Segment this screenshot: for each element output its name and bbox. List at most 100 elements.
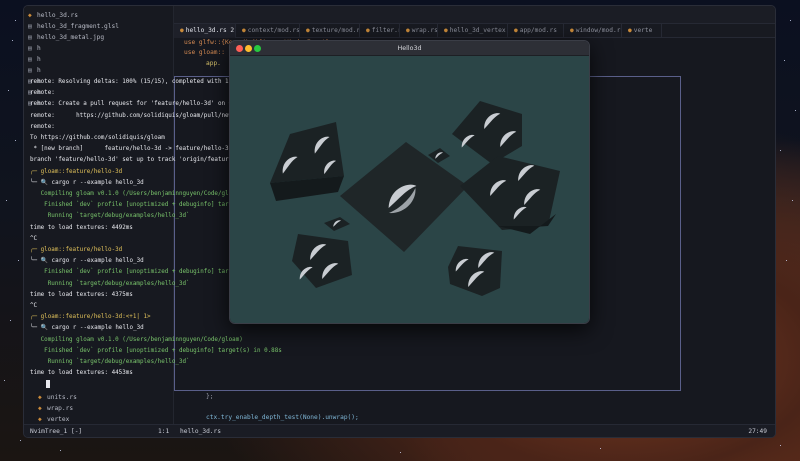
hello3d-titlebar[interactable]: Hello3d: [230, 41, 589, 56]
terminal-output[interactable]: remote: Resolving deltas: 100% (15/15), …: [30, 78, 296, 389]
star: [784, 60, 785, 61]
star: [8, 90, 9, 91]
code-line-2-text: use gloam::: [184, 49, 225, 56]
sidebar-item[interactable]: ▤ h: [28, 65, 41, 76]
cube-face-lower-right: [448, 246, 502, 296]
rust-file-icon: ●: [444, 27, 448, 34]
tab-label: window/mod.rs: [575, 27, 622, 34]
tab[interactable]: ● hello_3d.rs 2: [174, 24, 236, 38]
tab-label: hello_3d_vertex.glsl: [449, 27, 507, 34]
terminal-line: ^C: [30, 235, 38, 242]
sidebar-item[interactable]: ▤ hello_3d_metal.jpg: [28, 32, 104, 43]
star: [12, 40, 13, 41]
sidebar-footer-item[interactable]: ◆ units.rs: [38, 392, 77, 403]
rust-file-icon: ●: [628, 27, 632, 34]
tab-label: app/mod.rs: [519, 27, 557, 34]
terminal-line: ╰─ 🔍 cargo r --example hello_3d: [30, 325, 144, 332]
code-line-2[interactable]: use gloam::: [184, 49, 225, 56]
tab[interactable]: ● window/mod.rs: [564, 24, 622, 38]
sidebar-footer-item[interactable]: ◆ wrap.rs: [38, 403, 73, 414]
tab[interactable]: ●filter.rs: [360, 24, 400, 38]
hello3d-render-canvas[interactable]: [230, 56, 589, 323]
hello3d-window[interactable]: Hello3d: [229, 40, 590, 324]
rust-file-icon: ●: [306, 27, 310, 34]
star: [15, 20, 16, 21]
rendered-cubes: [270, 101, 560, 296]
rust-file-icon: ●: [180, 27, 184, 34]
sidebar-item[interactable]: ▤ h: [28, 43, 41, 54]
hello3d-title: Hello3d: [397, 45, 422, 52]
terminal-line: Running `target/debug/examples/hello_3d`: [30, 359, 190, 365]
code-line-3[interactable]: app.: [206, 60, 221, 67]
terminal-line: ╭─ gloam::feature/hello-3d: [30, 168, 123, 175]
terminal-line: Finished `dev` profile [unoptimized + de…: [30, 347, 282, 354]
star: [10, 320, 11, 321]
terminal-line: Running `target/debug/examples/hello_3d`: [30, 280, 190, 287]
tab[interactable]: ● texture/mod.rs: [300, 24, 360, 38]
sidebar-item[interactable]: ▤ hello_3d_fragment.glsl: [28, 21, 119, 32]
star: [792, 200, 793, 201]
tab[interactable]: ● wrap.rs: [400, 24, 438, 38]
code-line-bottom-2[interactable]: ctx.try_enable_depth_test(None).unwrap()…: [206, 414, 359, 421]
code-line-bottom-2-text: ctx.try_enable_depth_test(None).unwrap()…: [206, 414, 359, 421]
tab-label: context/mod.rs: [247, 27, 300, 34]
status-mode: NvimTree_1 [-]: [30, 428, 83, 435]
terminal-line: time to load textures: 4375ms: [30, 291, 133, 298]
star: [15, 140, 16, 141]
terminal-line: time to load textures: 4492ms: [30, 224, 133, 231]
hello3d-close-button[interactable]: [236, 45, 243, 52]
tab-bar: ● hello_3d.rs 2 ● context/mod.rs ● texture/mo…: [174, 24, 775, 38]
star: [786, 260, 787, 261]
tab[interactable]: ● app/mod.rs: [508, 24, 564, 38]
sidebar-item[interactable]: ▤ h: [28, 54, 41, 65]
hello3d-minimize-button[interactable]: [245, 45, 252, 52]
sidebar-item-label: hello_3d.rs: [37, 12, 78, 19]
code-line-bottom-1[interactable]: };: [206, 393, 213, 400]
tab-label: verte: [633, 27, 653, 34]
tab[interactable]: ●hello_3d_vertex.glsl: [438, 24, 508, 38]
star: [400, 452, 401, 453]
terminal-line: ^C: [30, 303, 38, 309]
star: [600, 448, 601, 449]
sidebar-item[interactable]: ◆ hello_3d.rs: [28, 10, 78, 21]
sidebar-item-label: h: [37, 56, 41, 63]
star: [780, 150, 781, 151]
tab[interactable]: ● context/mod.rs: [236, 24, 300, 38]
rust-file-icon: ◆: [38, 394, 42, 401]
terminal-line: ╰─ 🔍 cargo r --example hello_3d: [30, 179, 144, 186]
sidebar-item-label: h: [37, 45, 41, 52]
cube-face-small-left: [324, 217, 350, 231]
terminal-line: Running `target/debug/examples/hello_3d`: [30, 213, 190, 220]
sidebar-item-label: h: [37, 67, 41, 74]
terminal-line: ╭─ gloam::feature/hello-3d: [30, 247, 123, 253]
code-line-bottom-1-text: };: [206, 393, 214, 400]
terminal-line: remote:: [30, 90, 55, 97]
file-icon: ▤: [28, 67, 32, 74]
hello3d-zoom-button[interactable]: [254, 45, 261, 52]
status-file: hello_3d.rs: [180, 428, 221, 435]
rust-file-icon: ◆: [38, 405, 42, 412]
terminal-line: Compiling gloam v0.1.0 (/Users/benjaminn…: [30, 191, 243, 197]
rust-file-icon: ●: [366, 27, 370, 34]
file-icon: ▤: [28, 56, 32, 63]
star: [20, 440, 21, 441]
file-icon: ▤: [28, 34, 32, 41]
sidebar-footer-label: units.rs: [47, 394, 77, 401]
file-icon: ▤: [28, 23, 32, 30]
code-line-3-text: app.: [206, 60, 221, 67]
tab[interactable]: ● verte: [622, 24, 662, 38]
cube-face-center: [340, 142, 468, 252]
terminal-line: * [new branch] feature/hello-3d -> featu…: [30, 146, 233, 153]
terminal-line: remote:: [30, 123, 55, 130]
terminal-line: Compiling gloam v0.1.0 (/Users/benjaminn…: [30, 336, 243, 343]
status-cursor: 27:49: [748, 428, 767, 435]
terminal-line: ╭─ gloam::feature/hello-3d:<+1| 1>: [30, 314, 151, 321]
tab-label: texture/mod.rs: [311, 27, 360, 34]
terminal-line: ╰─ 🔍 cargo r --example hello_3d: [30, 258, 144, 265]
status-position: 1:1: [158, 428, 170, 435]
cube-face-right: [460, 156, 560, 234]
terminal-line: time to load textures: 4453ms: [30, 370, 133, 377]
terminal-line: To https://github.com/solidiquis/gloam: [30, 135, 165, 141]
star: [795, 110, 796, 111]
sidebar-footer-label: vertex: [47, 416, 70, 423]
